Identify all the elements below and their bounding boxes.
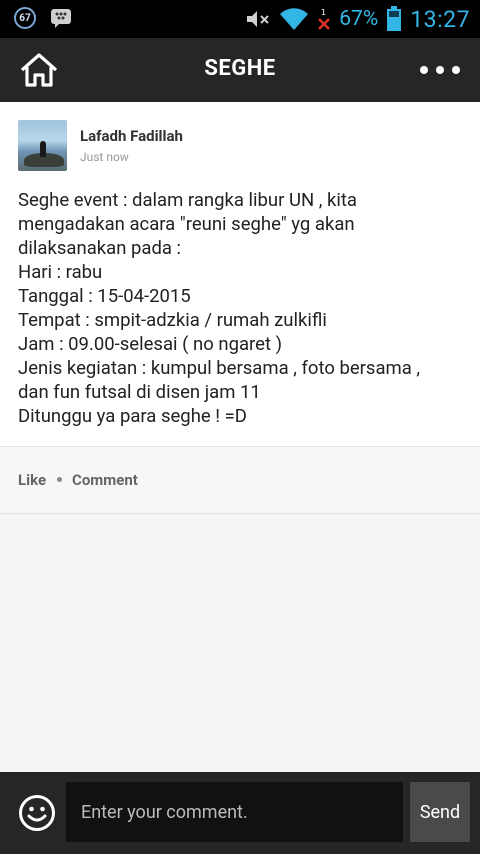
- page-title: SEGHE: [204, 56, 276, 81]
- status-time: 13:27: [410, 5, 470, 33]
- post-line: Jam : 09.00-selesai ( no ngaret ): [18, 333, 283, 355]
- post-line: dilaksanakan pada :: [18, 237, 182, 259]
- status-bar: 67 1 67% 13:27: [0, 0, 480, 38]
- post-line: dan fun futsal di disen jam 11: [18, 381, 261, 403]
- post-line: Seghe event : dalam rangka libur UN , ki…: [18, 189, 357, 211]
- emoji-button[interactable]: [18, 794, 56, 832]
- bbm-icon: [51, 9, 71, 28]
- app-header: SEGHE: [0, 38, 480, 102]
- no-signal-icon: 1: [318, 8, 331, 30]
- battery-percent: 67%: [339, 7, 379, 31]
- mute-icon: [247, 11, 269, 27]
- post-line: Tempat : smpit-adzkia / rumah zulkifli: [18, 309, 327, 331]
- notification-badge-icon: 67: [14, 7, 36, 29]
- post-body: Seghe event : dalam rangka libur UN , ki…: [18, 188, 468, 428]
- comment-button[interactable]: Comment: [72, 471, 138, 489]
- more-dots-icon: [420, 66, 428, 74]
- send-button[interactable]: Send: [410, 782, 470, 842]
- avatar[interactable]: [18, 120, 67, 171]
- battery-icon: [387, 6, 402, 31]
- wifi-icon: [280, 8, 309, 31]
- avatar-person: [40, 141, 46, 157]
- svg-text:1: 1: [321, 8, 326, 17]
- post-line: Ditunggu ya para seghe ! =D: [18, 405, 247, 427]
- post-author[interactable]: Lafadh Fadillah: [80, 127, 183, 145]
- smiley-icon: [19, 795, 55, 831]
- post-timestamp: Just now: [80, 150, 129, 164]
- post-line: Tanggal : 15-04-2015: [18, 285, 191, 307]
- more-dots-icon: [452, 66, 460, 74]
- separator-dot: [57, 477, 62, 482]
- status-right: 1 67% 13:27: [245, 4, 470, 34]
- post-card: Lafadh Fadillah Just now Seghe event : d…: [0, 102, 480, 446]
- more-options-button[interactable]: [420, 58, 460, 82]
- post-actions: Like Comment: [0, 447, 480, 513]
- comment-input[interactable]: [66, 782, 403, 842]
- post-line: mengadakan acara "reuni seghe" yg akan: [18, 213, 355, 235]
- comment-bar: Send: [0, 772, 480, 854]
- post-line: Jenis kegiatan : kumpul bersama , foto b…: [18, 357, 421, 379]
- post-line: Hari : rabu: [18, 261, 103, 283]
- status-left: 67: [14, 7, 72, 29]
- more-dots-icon: [436, 66, 444, 74]
- like-button[interactable]: Like: [18, 471, 46, 489]
- divider: [0, 513, 480, 514]
